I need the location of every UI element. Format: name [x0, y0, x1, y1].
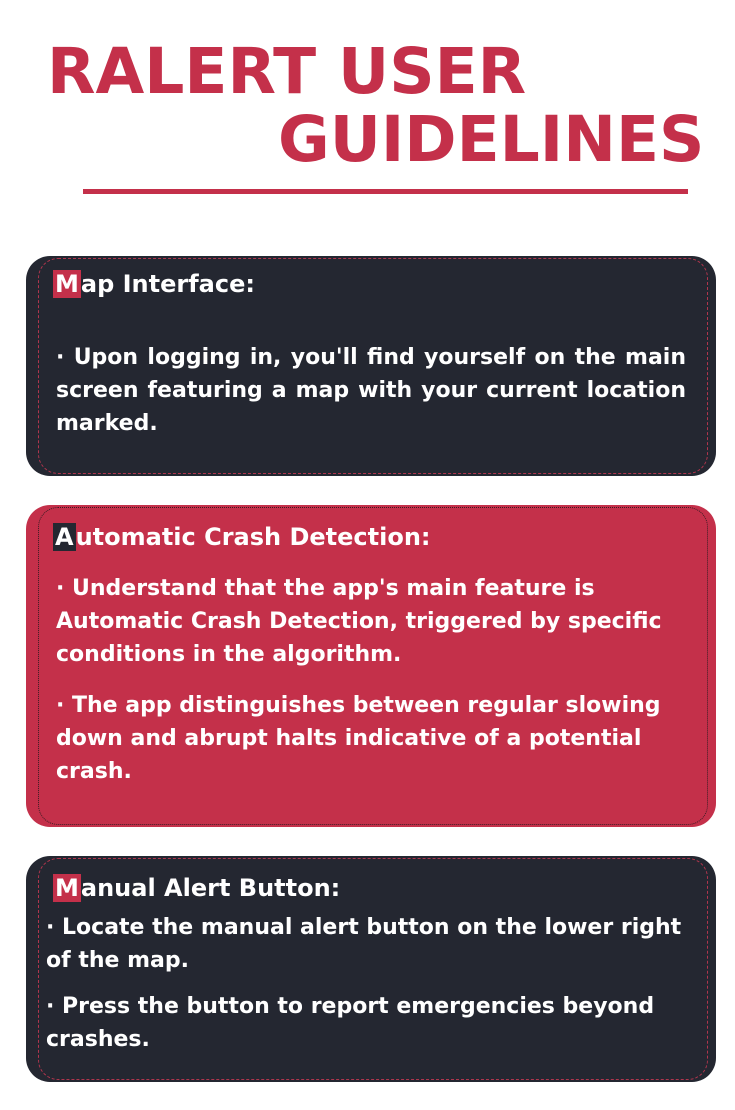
- heading-text: anual Alert Button:: [80, 874, 341, 902]
- heading-text: ap Interface:: [80, 270, 255, 298]
- section-map-interface: Map Interface: · Upon logging in, you'll…: [26, 256, 716, 476]
- section-automatic-crash-detection: Automatic Crash Detection: · Understand …: [26, 505, 716, 827]
- heading-text: utomatic Crash Detection:: [75, 523, 431, 551]
- section-heading: Automatic Crash Detection:: [53, 523, 431, 551]
- section-paragraph: · Understand that the app's main feature…: [56, 576, 662, 667]
- title-line-1: RALERT USER: [47, 35, 527, 108]
- section-paragraph: · The app distinguishes between regular …: [56, 693, 661, 784]
- heading-initial: M: [53, 270, 81, 298]
- title-divider: [83, 189, 688, 194]
- section-paragraph: · Press the button to report emergencies…: [46, 994, 655, 1052]
- heading-initial: A: [53, 523, 76, 551]
- title-line-2: GUIDELINES: [278, 103, 705, 176]
- section-manual-alert-button: Manual Alert Button: · Locate the manual…: [26, 856, 716, 1082]
- section-heading: Manual Alert Button:: [53, 874, 340, 902]
- section-paragraph: · Locate the manual alert button on the …: [46, 915, 682, 973]
- section-paragraph: · Upon logging in, you'll find yourself …: [56, 345, 686, 436]
- heading-initial: M: [53, 874, 81, 902]
- section-heading: Map Interface:: [53, 270, 255, 298]
